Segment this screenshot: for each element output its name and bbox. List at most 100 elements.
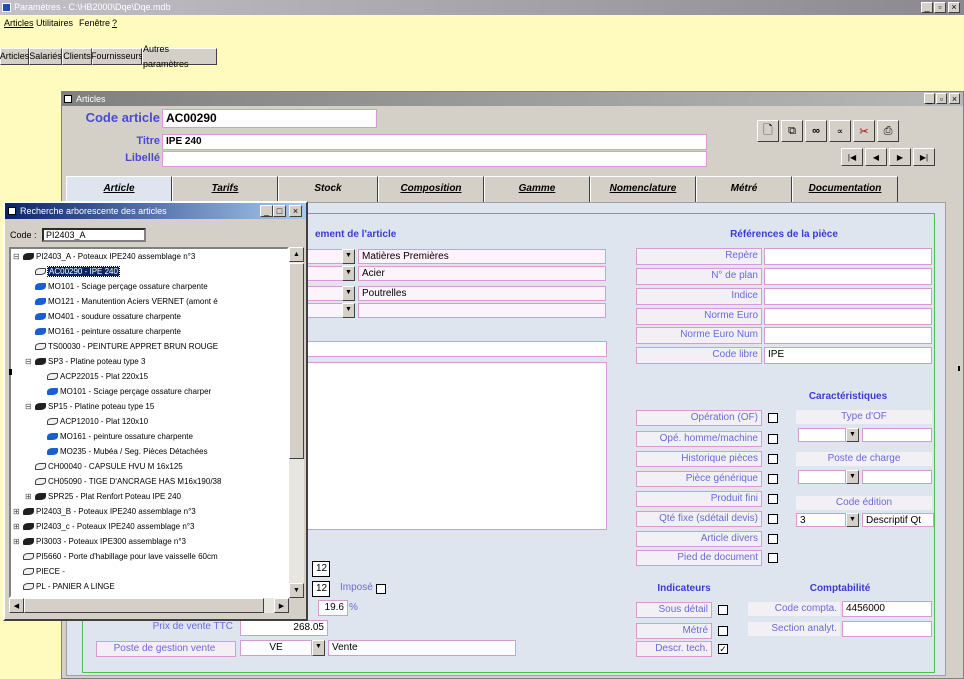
tree-list[interactable]: ⊟ PI2403_A - Poteaux IPE240 assemblage n°… <box>9 247 289 598</box>
classement-field-3-left[interactable] <box>305 286 343 301</box>
tree-item[interactable]: MO101 - Sciage perçage ossature charpent… <box>11 281 208 292</box>
hscroll-thumb[interactable] <box>24 598 264 613</box>
tree-item[interactable]: MO235 - Mubéa / Seg. Pièces Détachées <box>11 446 208 457</box>
scroll-left-icon[interactable]: ◀ <box>9 598 24 613</box>
tree-item[interactable]: MO161 - peinture ossature charpente <box>11 326 181 337</box>
tree-item[interactable]: ⊞ PI2403_c - Poteaux IPE240 assemblage n°… <box>11 521 194 532</box>
first-record-icon[interactable]: |◀ <box>841 148 863 166</box>
scroll-up-icon[interactable]: ▲ <box>289 247 304 262</box>
ref-field-2[interactable] <box>764 288 932 305</box>
printer-icon[interactable]: ⎙ <box>877 120 899 142</box>
expand-icon[interactable]: ⊞ <box>13 506 23 517</box>
tab-stock[interactable]: Stock <box>278 176 378 202</box>
tree-item[interactable]: CH05090 - TIGE D'ANCRAGE HAS M16x190/38 <box>11 476 221 487</box>
scroll-right-icon[interactable]: ▶ <box>274 598 289 613</box>
copy-icon[interactable]: ⧉ <box>781 120 803 142</box>
scroll-down-icon[interactable]: ▼ <box>289 583 304 598</box>
classement-field-2-left[interactable] <box>305 266 343 281</box>
tree-item[interactable]: ⊟ PI2403_A - Poteaux IPE240 assemblage n°… <box>11 251 195 262</box>
toolbar-fournisseurs-button[interactable]: Fournisseurs <box>91 48 143 65</box>
classement-dropdown-3[interactable]: ▼ <box>342 286 355 301</box>
collapse-icon[interactable]: ⊟ <box>13 251 23 262</box>
window-close-button[interactable]: × <box>948 2 960 13</box>
tab-tarifs[interactable]: Tarifs <box>172 176 278 202</box>
expand-icon[interactable]: ⊞ <box>25 491 35 502</box>
binoculars-icon[interactable]: ∞ <box>805 120 827 142</box>
poste-gestion-code[interactable]: VE <box>240 640 312 656</box>
classement-dropdown-2[interactable]: ▼ <box>342 266 355 281</box>
type-of-select[interactable] <box>798 428 846 442</box>
libelle-field[interactable] <box>162 151 707 167</box>
code-edition-dropdown[interactable]: ▼ <box>846 513 859 527</box>
toolbar-clients-button[interactable]: Clients <box>62 48 92 65</box>
tree-item[interactable]: PL - PANIER A LINGE <box>11 581 115 592</box>
new-document-icon[interactable]: 🗋 <box>757 120 779 142</box>
car-checkbox-0[interactable] <box>768 413 778 423</box>
tree-hscrollbar[interactable]: ◀ ▶ <box>9 598 289 613</box>
window-minimize-button[interactable]: _ <box>921 2 933 13</box>
ind-checkbox-2[interactable]: ✓ <box>718 644 728 654</box>
tree-item[interactable]: PIECE - <box>11 566 65 577</box>
ref-field-1[interactable] <box>764 268 932 285</box>
code-compta-field[interactable]: 4456000 <box>842 601 932 617</box>
menu-utilitaires[interactable]: Utilitaires <box>36 15 73 31</box>
prev-record-icon[interactable]: ◀ <box>865 148 887 166</box>
tab-composition[interactable]: Composition <box>378 176 484 202</box>
car-checkbox-4[interactable] <box>768 494 778 504</box>
ind-checkbox-1[interactable] <box>718 626 728 636</box>
tree-item[interactable]: ⊟ SP15 - Platine poteau type 15 <box>11 401 154 412</box>
tab-documentation[interactable]: Documentation <box>792 176 898 202</box>
quantity-field-2[interactable]: 12 <box>312 581 330 597</box>
tva-field[interactable]: 19.6 <box>318 600 348 616</box>
tree-item[interactable]: MO401 - soudure ossature charpente <box>11 311 181 322</box>
ind-checkbox-0[interactable] <box>718 605 728 615</box>
scroll-thumb[interactable] <box>289 263 304 459</box>
tree-item[interactable]: MO161 - peinture ossature charpente <box>11 431 193 442</box>
tree-item[interactable]: CH00040 - CAPSULE HVU M 16x125 <box>11 461 183 472</box>
ref-field-3[interactable] <box>764 308 932 325</box>
tree-item[interactable]: ⊞ SPR25 - Plat Renfort Poteau IPE 240 <box>11 491 181 502</box>
quantity-field-1[interactable]: 12 <box>312 561 330 577</box>
titre-field[interactable]: IPE 240 <box>162 134 707 150</box>
tree-close-button[interactable]: × <box>289 205 302 217</box>
window-restore-button[interactable]: ▫ <box>934 2 946 13</box>
tab-article[interactable]: Article <box>66 176 172 202</box>
tab-nomenclature[interactable]: Nomenclature <box>590 176 696 202</box>
poste-gestion-dropdown[interactable]: ▼ <box>312 640 325 656</box>
type-of-dropdown[interactable]: ▼ <box>846 428 859 442</box>
classement-field-1-left[interactable] <box>305 249 343 264</box>
code-edition-select[interactable]: 3 <box>796 513 846 527</box>
tree-vscrollbar[interactable]: ▲ ▼ <box>289 247 304 598</box>
tab-gamme[interactable]: Gamme <box>484 176 590 202</box>
car-checkbox-2[interactable] <box>768 454 778 464</box>
impose-checkbox[interactable] <box>376 584 386 594</box>
menu-fenetre[interactable]: Fenêtre <box>79 15 110 31</box>
classement-dropdown-1[interactable]: ▼ <box>342 249 355 264</box>
code-article-field[interactable]: AC00290 <box>162 109 377 128</box>
toolbar-autres-button[interactable]: Autres paramètres <box>142 44 217 69</box>
link-icon[interactable]: ∝ <box>829 120 851 142</box>
description-textarea[interactable] <box>305 362 607 530</box>
designation-field[interactable] <box>305 341 607 357</box>
ref-field-5[interactable]: IPE <box>764 347 932 364</box>
poste-charge-dropdown[interactable]: ▼ <box>846 470 859 484</box>
tree-item[interactable]: MO121 - Manutention Aciers VERNET (amont… <box>11 296 218 307</box>
ref-field-4[interactable] <box>764 327 932 344</box>
menu-articles[interactable]: Articles <box>4 15 34 31</box>
toolbar-salaries-button[interactable]: Salariés <box>29 48 62 65</box>
ref-field-0[interactable] <box>764 248 932 265</box>
tree-item[interactable]: ACP22015 - Plat 220x15 <box>11 371 148 382</box>
menu-help[interactable]: ? <box>112 15 117 31</box>
tree-item[interactable]: ACP12010 - Plat 120x10 <box>11 416 148 427</box>
tree-item[interactable]: ⊟ SP3 - Platine poteau type 3 <box>11 356 145 367</box>
tree-item[interactable]: MO101 - Sciage perçage ossature charper <box>11 386 211 397</box>
car-checkbox-7[interactable] <box>768 553 778 563</box>
tree-code-field[interactable]: PI2403_A <box>42 228 146 242</box>
expand-icon[interactable]: ⊞ <box>13 536 23 547</box>
tree-item[interactable]: AC00290 - IPE 240 <box>11 266 120 277</box>
classement-field-4-left[interactable] <box>305 303 343 318</box>
collapse-icon[interactable]: ⊟ <box>25 356 35 367</box>
poste-charge-select[interactable] <box>798 470 846 484</box>
articles-restore-button[interactable]: ▫ <box>936 93 947 104</box>
classement-dropdown-4[interactable]: ▼ <box>342 303 355 318</box>
